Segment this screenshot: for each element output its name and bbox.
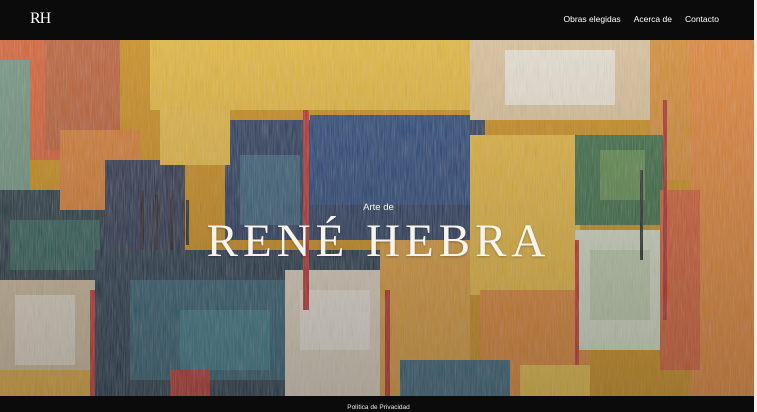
main-nav: Obras elegidas Acerca de Contacto [564, 14, 719, 24]
hero-section: Arte de RENÉ HEBRA [0, 40, 757, 396]
footer-bar: Política de Privacidad [0, 396, 757, 412]
privacy-policy-link[interactable]: Política de Privacidad [347, 404, 410, 411]
site-logo[interactable]: RH [30, 10, 51, 28]
nav-link-contacto[interactable]: Contacto [685, 14, 719, 24]
nav-link-acerca-de[interactable]: Acerca de [634, 14, 672, 24]
hero-title: RENÉ HEBRA [206, 215, 551, 267]
nav-link-obras-elegidas[interactable]: Obras elegidas [564, 14, 621, 24]
top-navigation-bar: RH Obras elegidas Acerca de Contacto [0, 0, 757, 40]
hero-subtitle: Arte de [363, 202, 394, 213]
page: RH Obras elegidas Acerca de Contacto Art… [0, 0, 757, 412]
